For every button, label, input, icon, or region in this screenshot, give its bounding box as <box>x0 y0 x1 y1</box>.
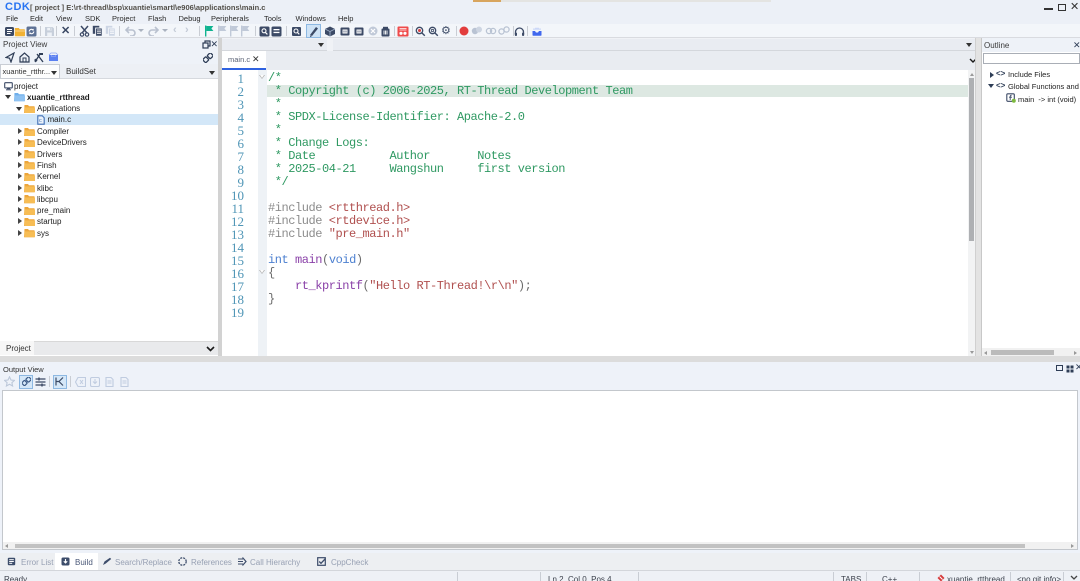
svg-text:c: c <box>39 118 42 124</box>
